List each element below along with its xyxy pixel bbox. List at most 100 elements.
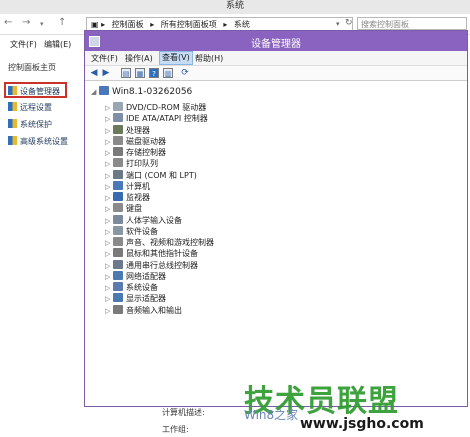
- device-category-label: 显示适配器: [126, 294, 166, 304]
- device-category-label: 打印队列: [126, 159, 158, 169]
- scan-hardware-icon[interactable]: ⟳: [180, 68, 190, 78]
- expand-arrow-icon[interactable]: ▷: [105, 293, 113, 305]
- expand-arrow-icon[interactable]: ▷: [105, 158, 113, 170]
- device-category-row[interactable]: ▷ 打印队列: [105, 158, 158, 170]
- device-category-label: 端口 (COM 和 LPT): [126, 170, 197, 180]
- system-device-icon: [113, 282, 123, 291]
- recent-dropdown-icon[interactable]: ▾: [40, 20, 44, 28]
- device-category-row[interactable]: ▷ 软件设备: [105, 225, 158, 238]
- device-category-row[interactable]: ▷ 网络适配器: [105, 270, 166, 283]
- dvd-drive-icon: [113, 102, 123, 111]
- tree-root[interactable]: ◢ Win8.1-03262056: [91, 86, 192, 97]
- device-category-label: 人体学输入设备: [126, 215, 182, 225]
- device-category-row[interactable]: ▷ 音频输入和输出: [105, 304, 182, 317]
- expand-arrow-icon[interactable]: ▷: [105, 215, 113, 227]
- expand-arrow-icon[interactable]: ▷: [105, 102, 113, 114]
- shield-icon: [8, 136, 17, 145]
- device-category-label: IDE ATA/ATAPI 控制器: [126, 114, 208, 124]
- sidebar-item-remote-settings[interactable]: 远程设置: [8, 102, 52, 113]
- computer-icon: [113, 180, 123, 190]
- sidebar-item-system-protection[interactable]: 系统保护: [8, 119, 52, 130]
- help-icon[interactable]: ?: [149, 68, 159, 78]
- control-panel-home-link[interactable]: 控制面板主页: [8, 62, 56, 73]
- menu-file[interactable]: 文件(F): [10, 39, 37, 50]
- expand-arrow-icon[interactable]: ▷: [105, 113, 113, 125]
- device-category-row[interactable]: ▷ 处理器: [105, 124, 150, 137]
- menu-view[interactable]: 查看(V): [159, 51, 193, 65]
- shield-icon: [8, 119, 17, 128]
- device-category-label: 音频输入和输出: [126, 305, 182, 315]
- device-category-row[interactable]: ▷ 显示适配器: [105, 293, 166, 305]
- menu-help[interactable]: 帮助(H): [195, 53, 223, 64]
- device-category-row[interactable]: ▷ 存储控制器: [105, 147, 166, 159]
- back-arrow-icon[interactable]: ←: [4, 17, 12, 28]
- expand-arrow-icon[interactable]: ▷: [105, 260, 113, 272]
- expand-arrow-icon[interactable]: ▷: [105, 147, 113, 159]
- disk-drive-icon: [113, 135, 123, 145]
- device-manager-title-bar: 设备管理器: [85, 31, 467, 51]
- address-root-icon: ▣ ▸: [91, 20, 106, 29]
- up-arrow-icon[interactable]: ↑: [58, 17, 66, 28]
- device-category-label: 存储控制器: [126, 148, 166, 157]
- network-adapter-icon: [113, 270, 123, 280]
- device-manager-title: 设备管理器: [251, 39, 301, 50]
- sidebar-item-advanced-settings[interactable]: 高级系统设置: [8, 136, 68, 147]
- expand-arrow-icon[interactable]: ▷: [105, 237, 113, 249]
- breadcrumb-item[interactable]: 控制面板: [112, 20, 144, 29]
- expand-arrow-icon[interactable]: ▷: [105, 226, 113, 238]
- device-category-row[interactable]: ▷ DVD/CD-ROM 驱动器: [105, 102, 206, 114]
- device-category-row[interactable]: ▷ 人体学输入设备: [105, 214, 182, 227]
- expand-arrow-icon[interactable]: ▷: [105, 248, 113, 260]
- expand-arrow-icon[interactable]: ▷: [105, 282, 113, 294]
- device-category-label: 计算机: [126, 181, 150, 191]
- collapse-arrow-icon[interactable]: ◢: [91, 88, 99, 96]
- expand-arrow-icon[interactable]: ▷: [105, 192, 113, 204]
- address-dropdown-icon[interactable]: ▾: [336, 20, 340, 28]
- menu-edit[interactable]: 编辑(E): [44, 39, 71, 50]
- device-category-label: 监视器: [126, 193, 150, 202]
- device-category-row[interactable]: ▷ 通用串行总线控制器: [105, 259, 198, 272]
- device-manager-toolbar: ◀ ▶ ▤ ▦ ? ▥ ⟳: [85, 66, 467, 81]
- keyboard-icon: [113, 203, 123, 213]
- device-category-row[interactable]: ▷ 鼠标和其他指针设备: [105, 248, 198, 260]
- device-category-row[interactable]: ▷ IDE ATA/ATAPI 控制器: [105, 113, 208, 125]
- computer-icon: [99, 86, 109, 95]
- expand-arrow-icon[interactable]: ▷: [105, 125, 113, 137]
- expand-arrow-icon[interactable]: ▷: [105, 136, 113, 148]
- computer-description-label: 计算机描述:: [162, 408, 205, 417]
- properties-icon[interactable]: ▦: [135, 68, 145, 78]
- menu-file[interactable]: 文件(F): [91, 53, 118, 64]
- device-category-label: 网络适配器: [126, 271, 166, 281]
- breadcrumb-item[interactable]: 系统: [234, 20, 250, 29]
- port-icon: [113, 169, 123, 179]
- expand-arrow-icon[interactable]: ▷: [105, 203, 113, 215]
- refresh-icon[interactable]: ↻: [345, 18, 353, 28]
- ide-controller-icon: [113, 113, 123, 123]
- device-category-row[interactable]: ▷ 端口 (COM 和 LPT): [105, 169, 197, 182]
- back-arrow-icon[interactable]: ◀: [89, 68, 99, 78]
- breadcrumb-item[interactable]: 所有控制面板项: [161, 20, 217, 29]
- expand-arrow-icon[interactable]: ▷: [105, 170, 113, 182]
- device-category-label: 软件设备: [126, 226, 158, 236]
- scan-window-icon[interactable]: ▥: [163, 68, 173, 78]
- device-category-label: 磁盘驱动器: [126, 136, 166, 146]
- device-category-row[interactable]: ▷ 系统设备: [105, 282, 158, 294]
- search-input[interactable]: 搜索控制面板: [357, 17, 467, 30]
- audio-io-icon: [113, 304, 123, 314]
- device-category-row[interactable]: ▷ 计算机: [105, 180, 150, 193]
- forward-arrow-icon[interactable]: ▶: [101, 68, 111, 78]
- expand-arrow-icon[interactable]: ▷: [105, 271, 113, 283]
- highlight-box: [4, 82, 67, 98]
- device-category-row[interactable]: ▷ 监视器: [105, 192, 150, 204]
- forward-arrow-icon[interactable]: →: [22, 17, 30, 28]
- device-category-row[interactable]: ▷ 声音、视频和游戏控制器: [105, 237, 214, 249]
- expand-arrow-icon[interactable]: ▷: [105, 305, 113, 317]
- expand-arrow-icon[interactable]: ▷: [105, 181, 113, 193]
- software-device-icon: [113, 225, 123, 235]
- device-category-row[interactable]: ▷ 磁盘驱动器: [105, 135, 166, 148]
- device-category-row[interactable]: ▷ 键盘: [105, 203, 142, 215]
- monitor-icon: [113, 192, 123, 201]
- console-tree-icon[interactable]: ▤: [121, 68, 131, 78]
- menu-action[interactable]: 操作(A): [125, 53, 153, 64]
- shield-icon: [8, 102, 17, 111]
